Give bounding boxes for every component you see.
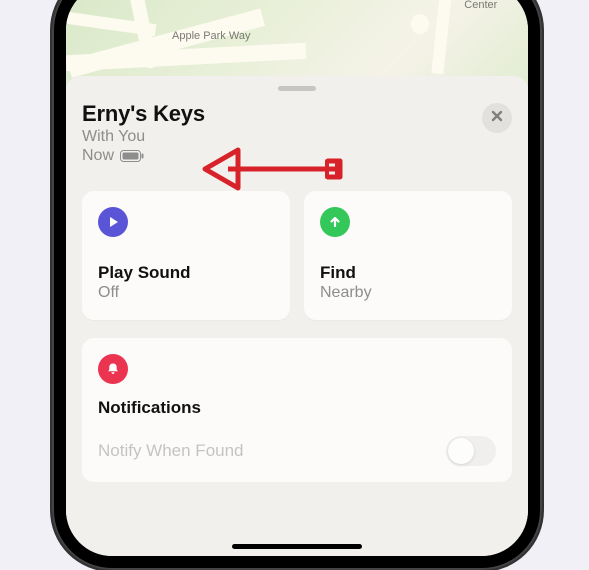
notifications-title: Notifications xyxy=(98,398,496,418)
home-indicator[interactable] xyxy=(232,544,362,549)
sheet-grabber[interactable] xyxy=(278,86,316,91)
item-time: Now xyxy=(82,147,114,165)
play-sound-title: Play Sound xyxy=(98,263,274,283)
notifications-section: Notifications Notify When Found xyxy=(82,338,512,482)
map-road xyxy=(411,14,429,34)
notify-when-found-row[interactable]: Notify When Found xyxy=(98,436,496,466)
item-location: With You xyxy=(82,128,205,146)
map-label-apple-park-way: Apple Park Way xyxy=(172,30,250,43)
find-title: Find xyxy=(320,263,496,283)
close-icon xyxy=(491,109,503,127)
play-sound-card[interactable]: Play Sound Off xyxy=(82,191,290,320)
item-status-row: Now xyxy=(82,147,205,165)
battery-icon xyxy=(120,150,144,162)
detail-sheet: Erny's Keys With You Now xyxy=(66,76,528,556)
close-button[interactable] xyxy=(482,103,512,133)
arrow-up-icon xyxy=(320,207,350,237)
phone-frame: Apple Park Way Tantau Reception Center P… xyxy=(52,0,542,570)
action-cards-row: Play Sound Off Find Nearby xyxy=(82,191,512,320)
phone-screen: Apple Park Way Tantau Reception Center P… xyxy=(66,0,528,556)
header-row: Erny's Keys With You Now xyxy=(82,101,512,165)
bell-icon xyxy=(98,354,128,384)
map-label-pruner: Pruner xyxy=(506,0,528,1)
play-icon xyxy=(98,207,128,237)
header-text-block: Erny's Keys With You Now xyxy=(82,101,205,165)
map-label-tantau-reception: Tantau Reception Center xyxy=(438,0,524,11)
play-sound-status: Off xyxy=(98,284,274,302)
item-title: Erny's Keys xyxy=(82,101,205,127)
find-status: Nearby xyxy=(320,284,496,302)
map-road xyxy=(66,43,306,72)
find-card[interactable]: Find Nearby xyxy=(304,191,512,320)
notify-when-found-toggle[interactable] xyxy=(446,436,496,466)
notify-when-found-label: Notify When Found xyxy=(98,441,244,461)
toggle-knob xyxy=(448,438,474,464)
